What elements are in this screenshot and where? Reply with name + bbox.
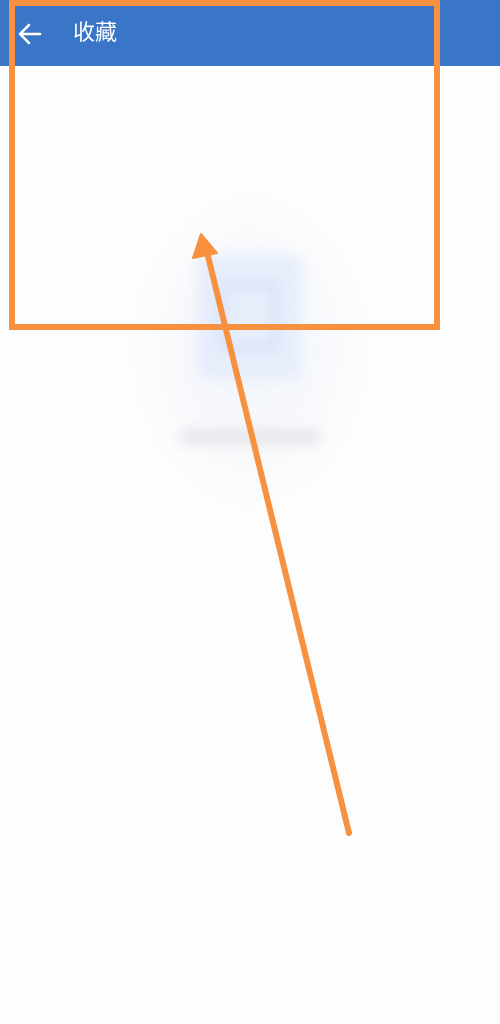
page-title: 收藏 bbox=[73, 21, 118, 46]
empty-state-text-placeholder bbox=[180, 430, 320, 444]
empty-state bbox=[130, 190, 370, 510]
annotation-overlay bbox=[9, 0, 440, 836]
favorites-screen: 收藏 bbox=[0, 0, 500, 1024]
empty-document-icon bbox=[196, 254, 302, 380]
empty-document-icon-frame bbox=[220, 282, 278, 350]
back-button[interactable] bbox=[12, 14, 48, 54]
arrow-left-icon bbox=[18, 23, 42, 45]
app-bar: 收藏 bbox=[0, 0, 500, 66]
